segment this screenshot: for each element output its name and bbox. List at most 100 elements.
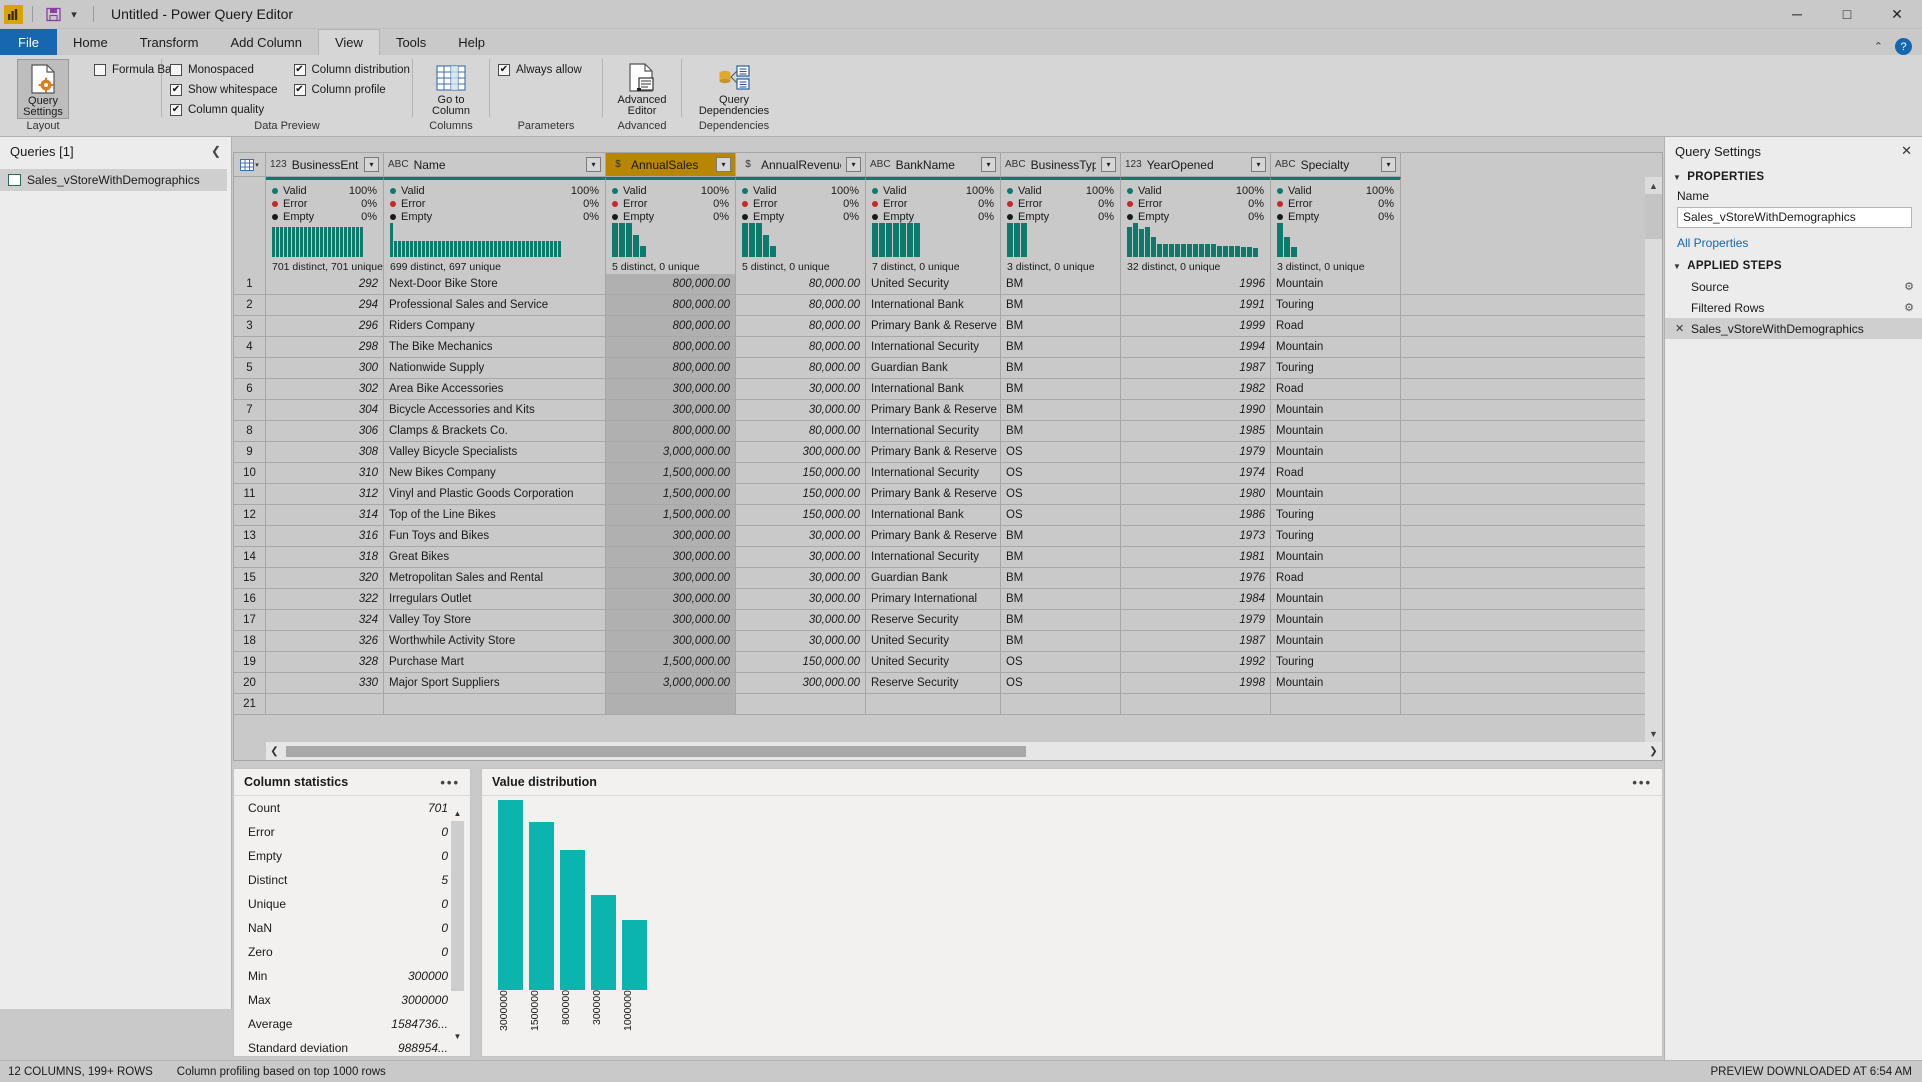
- grid-cell[interactable]: 1991: [1121, 295, 1271, 315]
- grid-cell[interactable]: 1,500,000.00: [606, 484, 736, 504]
- grid-cell[interactable]: Mountain: [1271, 421, 1401, 441]
- help-question-icon[interactable]: ?: [1895, 38, 1912, 55]
- grid-cell[interactable]: 300,000.00: [736, 442, 866, 462]
- table-row[interactable]: 16 322 Irregulars Outlet 300,000.00 30,000.0…: [234, 589, 1662, 610]
- show-whitespace-checkbox[interactable]: ✔: [170, 84, 182, 96]
- grid-cell[interactable]: 1980: [1121, 484, 1271, 504]
- grid-cell[interactable]: Mountain: [1271, 589, 1401, 609]
- grid-cell[interactable]: 1979: [1121, 442, 1271, 462]
- grid-cell[interactable]: Irregulars Outlet: [384, 589, 606, 609]
- ellipsis-icon[interactable]: •••: [440, 775, 460, 790]
- grid-cell[interactable]: 800,000.00: [606, 358, 736, 378]
- grid-cell[interactable]: 300,000.00: [606, 568, 736, 588]
- query-name-input[interactable]: Sales_vStoreWithDemographics: [1677, 207, 1912, 228]
- grid-cell[interactable]: International Security: [866, 337, 1001, 357]
- column-distribution-histogram[interactable]: [1277, 221, 1394, 257]
- grid-cell[interactable]: Road: [1271, 568, 1401, 588]
- applied-step[interactable]: Filtered Rows ⚙: [1665, 297, 1922, 318]
- column-profile-checkbox-row[interactable]: ✔ Column profile: [293, 82, 410, 98]
- grid-cell[interactable]: Primary Bank & Reserve: [866, 526, 1001, 546]
- grid-cell[interactable]: Touring: [1271, 358, 1401, 378]
- table-row[interactable]: 12 314 Top of the Line Bikes 1,500,000.00 15…: [234, 505, 1662, 526]
- grid-cell[interactable]: Mountain: [1271, 442, 1401, 462]
- column-distribution-checkbox-row[interactable]: ✔ Column distribution: [293, 62, 410, 78]
- grid-cell[interactable]: 1999: [1121, 316, 1271, 336]
- filter-dropdown-icon[interactable]: ▾: [1381, 157, 1396, 172]
- grid-cell[interactable]: 30,000.00: [736, 526, 866, 546]
- applied-step[interactable]: Source ⚙: [1665, 276, 1922, 297]
- close-icon[interactable]: ✕: [1901, 143, 1912, 159]
- grid-cell[interactable]: BM: [1001, 337, 1121, 357]
- scroll-left-icon[interactable]: ❮: [266, 746, 283, 757]
- grid-cell[interactable]: International Bank: [866, 505, 1001, 525]
- table-row[interactable]: 5 300 Nationwide Supply 800,000.00 80,000.00…: [234, 358, 1662, 379]
- grid-cell[interactable]: 300,000.00: [606, 547, 736, 567]
- select-all-table-icon[interactable]: ▾: [234, 153, 266, 177]
- grid-cell[interactable]: 1976: [1121, 568, 1271, 588]
- scroll-down-icon[interactable]: ▼: [451, 1030, 464, 1043]
- column-distribution-histogram[interactable]: [1127, 221, 1264, 257]
- grid-cell[interactable]: 1,500,000.00: [606, 463, 736, 483]
- grid-cell[interactable]: Mountain: [1271, 673, 1401, 693]
- grid-cell[interactable]: 1979: [1121, 610, 1271, 630]
- ribbon-tab-file[interactable]: File: [0, 29, 57, 55]
- grid-cell[interactable]: Mountain: [1271, 484, 1401, 504]
- column-header-annualsales[interactable]: $ AnnualSales ▾: [606, 153, 736, 177]
- grid-cell[interactable]: 30,000.00: [736, 400, 866, 420]
- collapse-ribbon-icon[interactable]: ⌃: [1874, 40, 1883, 53]
- column-statistics-scrollbar[interactable]: ▲ ▼: [451, 807, 464, 1043]
- ribbon-tab-tools[interactable]: Tools: [380, 29, 442, 55]
- grid-cell[interactable]: Bicycle Accessories and Kits: [384, 400, 606, 420]
- column-header-businesstype[interactable]: ABC BusinessType ▾: [1001, 153, 1121, 177]
- grid-cell[interactable]: BM: [1001, 547, 1121, 567]
- applied-step[interactable]: ✕ Sales_vStoreWithDemographics: [1665, 318, 1922, 339]
- grid-cell[interactable]: 1,500,000.00: [606, 505, 736, 525]
- grid-cell[interactable]: Reserve Security: [866, 673, 1001, 693]
- grid-cell[interactable]: 30,000.00: [736, 568, 866, 588]
- grid-cell[interactable]: BM: [1001, 316, 1121, 336]
- grid-cell[interactable]: Road: [1271, 463, 1401, 483]
- grid-cell[interactable]: BM: [1001, 379, 1121, 399]
- grid-cell[interactable]: 80,000.00: [736, 421, 866, 441]
- grid-cell[interactable]: [1271, 694, 1401, 714]
- grid-cell[interactable]: BM: [1001, 631, 1121, 651]
- column-header-businessentityid[interactable]: 123 BusinessEntityID ▾: [266, 153, 384, 177]
- grid-cell[interactable]: 306: [266, 421, 384, 441]
- applied-steps-section-header[interactable]: ▼ APPLIED STEPS: [1665, 254, 1922, 276]
- grid-cell[interactable]: [1121, 694, 1271, 714]
- filter-dropdown-icon[interactable]: ▾: [1101, 157, 1116, 172]
- vertical-scroll-thumb[interactable]: [1645, 194, 1662, 239]
- grid-cell[interactable]: 800,000.00: [606, 316, 736, 336]
- grid-cell[interactable]: 150,000.00: [736, 652, 866, 672]
- grid-cell[interactable]: Touring: [1271, 505, 1401, 525]
- grid-cell[interactable]: 800,000.00: [606, 337, 736, 357]
- grid-cell[interactable]: Purchase Mart: [384, 652, 606, 672]
- all-properties-link[interactable]: All Properties: [1665, 228, 1922, 254]
- column-header-specialty[interactable]: ABC Specialty ▾: [1271, 153, 1401, 177]
- grid-cell[interactable]: 800,000.00: [606, 421, 736, 441]
- grid-cell[interactable]: 314: [266, 505, 384, 525]
- properties-section-header[interactable]: ▼ PROPERTIES: [1665, 165, 1922, 187]
- grid-cell[interactable]: Primary Bank & Reserve: [866, 484, 1001, 504]
- column-distribution-histogram[interactable]: [612, 221, 729, 257]
- filter-dropdown-icon[interactable]: ▾: [846, 157, 861, 172]
- grid-cell[interactable]: 304: [266, 400, 384, 420]
- column-header-yearopened[interactable]: 123 YearOpened ▾: [1121, 153, 1271, 177]
- table-row[interactable]: 4 298 The Bike Mechanics 800,000.00 80,000.0…: [234, 337, 1662, 358]
- column-header-bankname[interactable]: ABC BankName ▾: [866, 153, 1001, 177]
- grid-cell[interactable]: Professional Sales and Service: [384, 295, 606, 315]
- column-header-annualrevenue[interactable]: $ AnnualRevenue ▾: [736, 153, 866, 177]
- grid-cell[interactable]: Mountain: [1271, 274, 1401, 294]
- grid-cell[interactable]: [606, 694, 736, 714]
- grid-cell[interactable]: 80,000.00: [736, 295, 866, 315]
- column-distribution-histogram[interactable]: [872, 221, 994, 257]
- grid-cell[interactable]: [266, 694, 384, 714]
- chart-bar[interactable]: [591, 895, 616, 990]
- grid-cell[interactable]: 150,000.00: [736, 505, 866, 525]
- table-row[interactable]: 13 316 Fun Toys and Bikes 300,000.00 30,000.…: [234, 526, 1662, 547]
- grid-cell[interactable]: Mountain: [1271, 337, 1401, 357]
- grid-cell[interactable]: Worthwhile Activity Store: [384, 631, 606, 651]
- grid-cell[interactable]: International Bank: [866, 295, 1001, 315]
- grid-cell[interactable]: 1,500,000.00: [606, 652, 736, 672]
- grid-cell[interactable]: 300,000.00: [736, 673, 866, 693]
